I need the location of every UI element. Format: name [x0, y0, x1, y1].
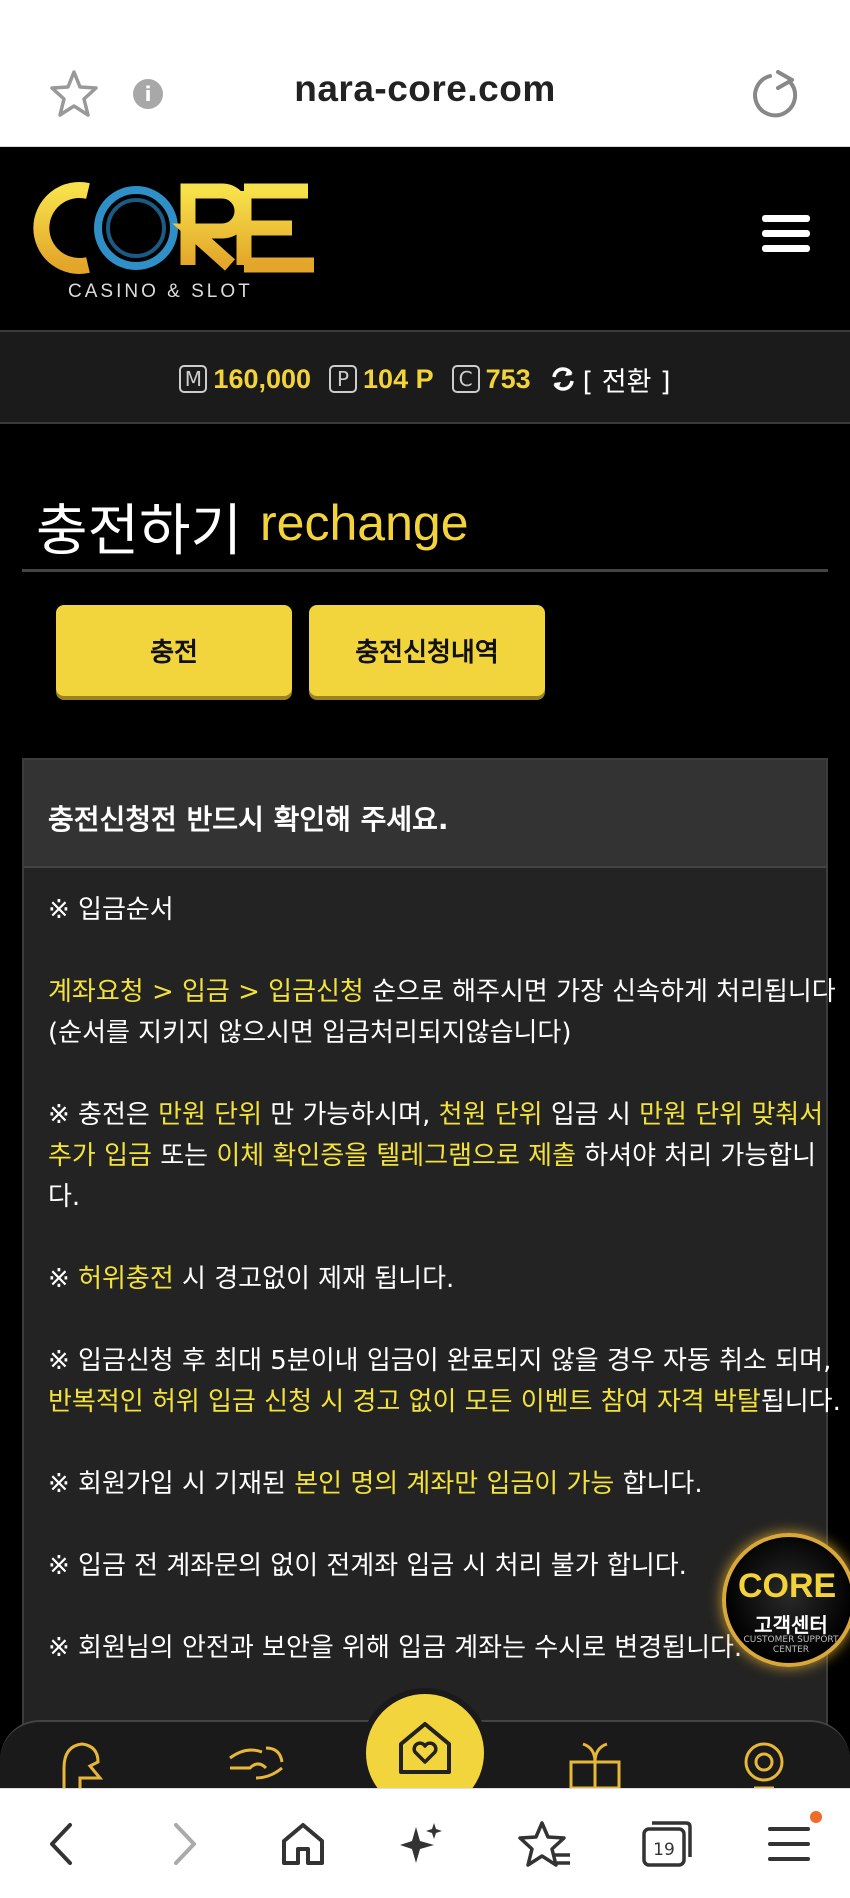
- back-icon[interactable]: [36, 1817, 90, 1871]
- support-logo: CORE: [738, 1567, 837, 1605]
- notice-item-own-account: ※ 회원가입 시 기재된 본인 명의 계좌만 입금이 가능 합니다.: [48, 1469, 703, 1499]
- tab-count: 19: [653, 1840, 675, 1860]
- support-label: 고객센터: [754, 1613, 828, 1637]
- page-title-english: rechange: [260, 495, 469, 551]
- coin-value: 753: [485, 363, 531, 394]
- notice-order-title: ※ 입금순서: [48, 895, 174, 925]
- tab-recharge-history[interactable]: 충전신청내역: [309, 605, 545, 696]
- notice-item-false-charge: ※ 허위충전 시 경고없이 제재 됩니다.: [48, 1264, 455, 1294]
- notice-item-unit: ※ 충전은 만원 단위 만 가능하시며, 천원 단위 입금 시 만원 단위 맞춰…: [48, 1100, 824, 1212]
- casino-dealer-icon[interactable]: [54, 1738, 114, 1790]
- money-badge-icon: M: [179, 365, 208, 393]
- site-header: CASINO & SLOT: [0, 147, 850, 330]
- notification-dot: [810, 1811, 822, 1823]
- page-root: i nara-core.com CASINO & SLOT M 160,000 …: [0, 0, 850, 1898]
- tabs-icon[interactable]: 19: [640, 1817, 694, 1871]
- support-sub: CUSTOMER SUPPORT CENTER: [743, 1635, 839, 1655]
- notice-item-auto-cancel: ※ 입금신청 후 최대 5분이내 입금이 완료되지 않을 경우 자동 취소 되며…: [48, 1346, 841, 1417]
- tab-recharge[interactable]: 충전: [56, 605, 292, 696]
- convert-button[interactable]: [ 전환 ]: [549, 360, 671, 399]
- url-text[interactable]: nara-core.com: [0, 68, 850, 110]
- hamburger-menu-icon[interactable]: [762, 215, 814, 259]
- customer-support-button[interactable]: CORE 고객센터 CUSTOMER SUPPORT CENTER: [722, 1533, 850, 1667]
- notice-heading: 충전신청전 반드시 확인해 주세요.: [48, 803, 449, 836]
- gift-event-icon[interactable]: [565, 1738, 625, 1790]
- money-balance: M 160,000: [179, 364, 311, 395]
- logo-subtitle: CASINO & SLOT: [68, 281, 253, 302]
- refresh-icon: [551, 367, 574, 391]
- coin-badge-icon: C: [451, 365, 480, 393]
- browser-bottom-toolbar: 19: [0, 1788, 850, 1898]
- sparkle-ai-icon[interactable]: [396, 1817, 450, 1871]
- menu-icon[interactable]: [762, 1817, 816, 1871]
- home-icon[interactable]: [276, 1817, 330, 1871]
- page-title: 충전하기 rechange: [22, 470, 828, 572]
- money-value: 160,000: [213, 363, 312, 394]
- balance-bar: M 160,000 P 104 P C 753 [ 전환 ]: [0, 330, 850, 424]
- convert-label: [ 전환 ]: [582, 366, 671, 398]
- support-agent-icon[interactable]: [734, 1738, 794, 1790]
- bookmarks-icon[interactable]: [518, 1817, 572, 1871]
- notice-header: 충전신청전 반드시 확인해 주세요.: [24, 760, 826, 868]
- core-logo[interactable]: CASINO & SLOT: [30, 177, 320, 302]
- browser-url-bar: i nara-core.com: [0, 0, 850, 147]
- forward-icon[interactable]: [156, 1817, 210, 1871]
- page-title-korean: 충전하기: [36, 499, 243, 564]
- coin-balance: C 753: [451, 363, 531, 395]
- slot-icon[interactable]: [226, 1738, 286, 1790]
- home-heart-icon: [399, 1722, 451, 1774]
- point-value: 104 P: [363, 363, 434, 394]
- notice-item-order: 계좌요청 > 입금 > 입금신청 순으로 해주시면 가장 신속하게 처리됩니다 …: [48, 977, 836, 1048]
- point-balance: P 104 P: [329, 364, 434, 395]
- reload-icon[interactable]: [748, 68, 804, 124]
- point-badge-icon: P: [329, 365, 358, 393]
